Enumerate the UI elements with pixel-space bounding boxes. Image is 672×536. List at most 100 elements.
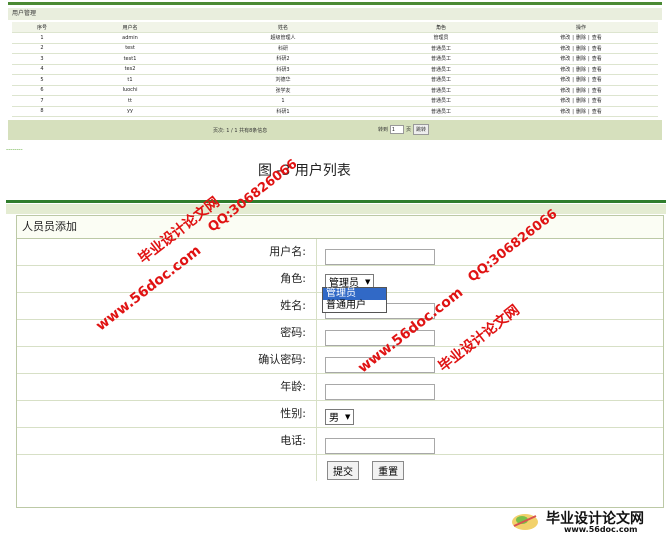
cell-role: 普通员工 [378,74,504,86]
edit-link[interactable]: 修改 [559,77,571,83]
cell-role: 普通员工 [378,95,504,107]
role-dropdown-list: 管理员 普通用户 [322,287,387,313]
decorative-dashes: - - - - - - - - [6,146,23,153]
view-link[interactable]: 查看 [591,88,603,94]
delete-link[interactable]: 删除 [575,77,587,83]
cell-role: 普通员工 [378,64,504,75]
cell-username: admin [72,32,188,44]
view-link[interactable]: 查看 [591,109,603,115]
goto-button[interactable]: 跳转 [413,124,430,135]
submit-button[interactable]: 提交 [327,461,359,480]
table-row: 4 tes2 科研3 普通员工 修改 | 删除 | 查看 [12,64,658,75]
row-confirm-password: 确认密码: [17,347,663,374]
cell-no: 2 [12,43,72,54]
cell-no: 1 [12,32,72,44]
cell-name: 科研1 [188,106,378,117]
password-label: 密码: [17,320,317,346]
edit-link[interactable]: 修改 [559,35,571,41]
pager-goto: 转到 页 跳转 [378,124,430,135]
view-link[interactable]: 查看 [591,77,603,83]
cell-no: 3 [12,53,72,65]
delete-link[interactable]: 删除 [575,109,587,115]
edit-link[interactable]: 修改 [559,46,571,52]
delete-link[interactable]: 删除 [575,35,587,41]
delete-link[interactable]: 删除 [575,98,587,104]
delete-link[interactable]: 删除 [575,88,587,94]
cell-name: 刘德华 [188,74,378,86]
cell-username: t1 [72,74,188,86]
header-band [8,2,662,5]
row-gender: 性别: 男 ▼ [17,401,663,428]
form-header-subband [6,204,666,214]
view-link[interactable]: 查看 [591,67,603,73]
row-username: 用户名: [17,239,663,266]
table-row: 7 tt 1 普通员工 修改 | 删除 | 查看 [12,95,658,107]
add-user-form: 人员员添加 用户名: 角色: 管理员 ▼ 姓名: 密码: 确认密码: 年龄: 性… [16,215,664,507]
confirm-password-label: 确认密码: [17,347,317,373]
cell-name: 张学友 [188,85,378,96]
cell-username: test1 [72,53,188,65]
cell-role: 普通员工 [378,85,504,96]
col-header-ops: 操作 [504,22,658,33]
cell-username: test [72,43,188,54]
cell-ops: 修改 | 删除 | 查看 [504,53,658,65]
cell-username: tes2 [72,64,188,75]
cell-username: tt [72,95,188,107]
cell-role: 普通员工 [378,106,504,117]
edit-link[interactable]: 修改 [559,98,571,104]
table-header-row: 序号 用户名 姓名 角色 操作 [12,22,658,33]
cell-name: 科研3 [188,64,378,75]
view-link[interactable]: 查看 [591,56,603,62]
row-phone: 电话: [17,428,663,455]
cell-username: Iuochi [72,85,188,96]
goto-suffix: 页 [406,127,412,133]
panel-title: 用户管理 [8,8,662,20]
user-table: 序号 用户名 姓名 角色 操作 1 admin 超级管理人 管理员 修改 | 删除 | 查看 2 t… [12,22,658,117]
edit-link[interactable]: 修改 [559,67,571,73]
dropdown-arrow-icon: ▼ [365,277,371,286]
phone-input[interactable] [325,437,435,454]
actions-spacer [17,455,317,481]
cell-no: 4 [12,64,72,75]
logo-url: www.56doc.com [564,525,638,534]
form-header-band [6,200,666,203]
view-link[interactable]: 查看 [591,46,603,52]
edit-link[interactable]: 修改 [559,88,571,94]
role-option-admin[interactable]: 管理员 [323,288,386,300]
cell-no: 7 [12,95,72,107]
form-title: 人员员添加 [17,215,663,239]
logo-icon [512,514,538,530]
cell-no: 6 [12,85,72,96]
site-logo: 毕业设计论文网 www.56doc.com [506,508,666,534]
gender-select[interactable]: 男 ▼ [325,408,355,425]
gender-label: 性别: [17,401,317,427]
reset-button[interactable]: 重置 [372,461,405,480]
name-label: 姓名: [17,293,317,319]
delete-link[interactable]: 删除 [575,67,587,73]
edit-link[interactable]: 修改 [559,56,571,62]
username-input[interactable] [325,248,435,265]
delete-link[interactable]: 删除 [575,56,587,62]
table-row: 5 t1 刘德华 普通员工 修改 | 删除 | 查看 [12,74,658,86]
table-row: 2 test 科研 普通员工 修改 | 删除 | 查看 [12,43,658,54]
cell-role: 普通员工 [378,53,504,65]
edit-link[interactable]: 修改 [559,109,571,115]
cell-username: yy [72,106,188,117]
user-list-panel: 用户管理 序号 用户名 姓名 角色 操作 1 admin 超级管理人 管理员 修改 | 删除… [8,2,662,140]
role-option-user[interactable]: 普通用户 [323,300,386,312]
view-link[interactable]: 查看 [591,35,603,41]
cell-ops: 修改 | 删除 | 查看 [504,32,658,44]
age-label: 年龄: [17,374,317,400]
goto-page-input[interactable] [390,125,405,134]
view-link[interactable]: 查看 [591,98,603,104]
col-header-no: 序号 [12,22,72,33]
cell-ops: 修改 | 删除 | 查看 [504,43,658,54]
age-input[interactable] [325,383,435,400]
col-header-username: 用户名 [72,22,188,33]
delete-link[interactable]: 删除 [575,46,587,52]
row-actions: 提交 重置 [17,455,663,482]
cell-role: 管理员 [378,32,504,44]
cell-ops: 修改 | 删除 | 查看 [504,106,658,117]
col-header-role: 角色 [378,22,504,33]
gender-selected-value: 男 [329,413,339,424]
